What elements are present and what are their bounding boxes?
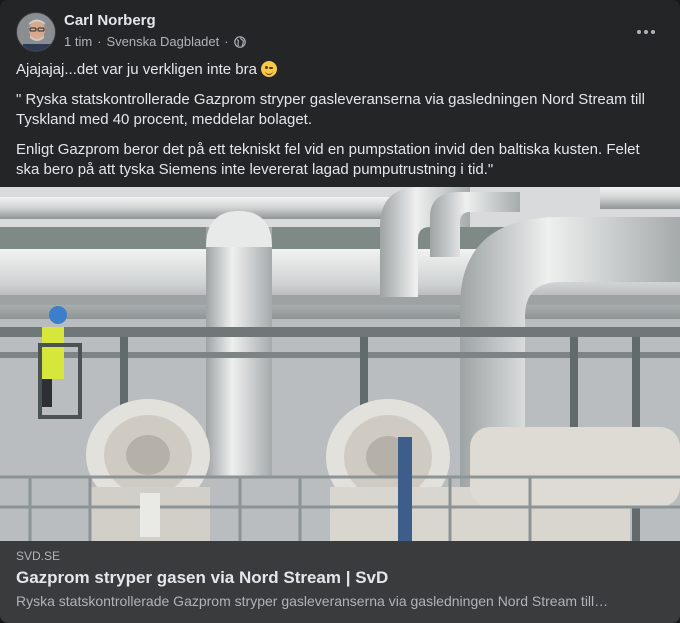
post-paragraph: Ajajajaj...det var ju verkligen inte bra: [16, 60, 656, 80]
globe-icon[interactable]: [233, 35, 246, 48]
post-time[interactable]: 1 tim: [64, 34, 92, 49]
post-source[interactable]: Svenska Dagbladet: [107, 34, 220, 49]
author-avatar[interactable]: [16, 12, 56, 52]
link-domain: SVD.SE: [16, 549, 61, 563]
link-preview-image[interactable]: [0, 187, 680, 541]
post-text: Ajajajaj...det var ju verkligen inte bra…: [16, 60, 656, 190]
more-options-icon[interactable]: [628, 14, 664, 50]
feed-post: Carl Norberg 1 tim · Svenska Dagbladet ·…: [0, 0, 680, 623]
link-preview[interactable]: SVD.SE Gazprom stryper gasen via Nord St…: [0, 541, 680, 623]
post-paragraph: " Ryska statskontrollerade Gazprom stryp…: [16, 91, 645, 128]
meta-separator: ·: [97, 34, 102, 49]
post-header: Carl Norberg 1 tim · Svenska Dagbladet ·: [16, 12, 664, 56]
wink-face-emoji: [261, 61, 278, 77]
meta-separator: ·: [224, 34, 229, 49]
link-title[interactable]: Gazprom stryper gasen via Nord Stream | …: [16, 568, 388, 588]
post-meta: 1 tim · Svenska Dagbladet ·: [64, 34, 246, 49]
post-paragraph: Enligt Gazprom beror det på ett tekniskt…: [16, 141, 640, 178]
author-name[interactable]: Carl Norberg: [64, 12, 156, 29]
link-description: Ryska statskontrollerade Gazprom stryper…: [16, 593, 609, 609]
